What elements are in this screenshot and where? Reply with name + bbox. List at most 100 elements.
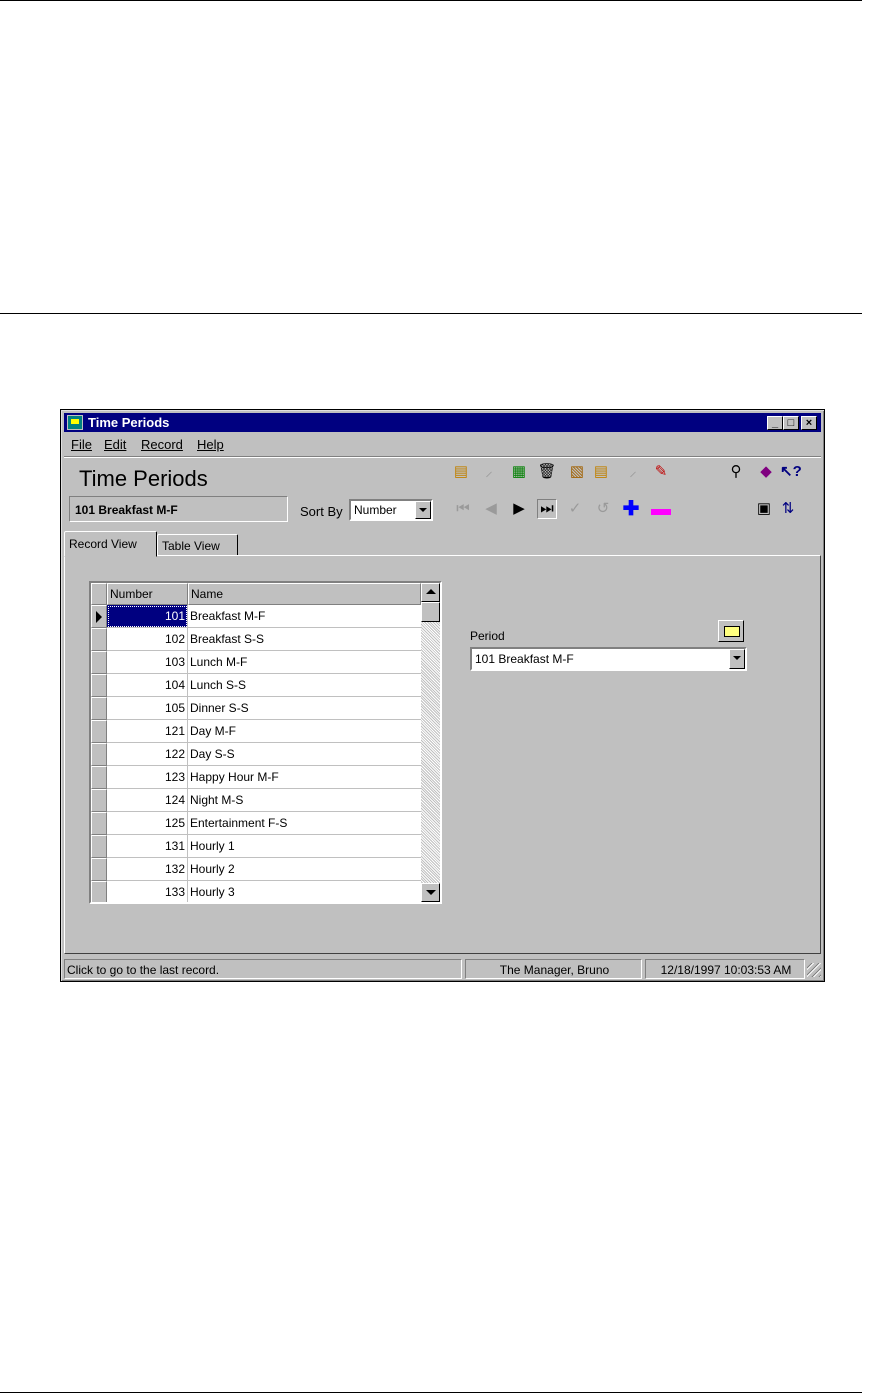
table-row[interactable]: 125 Entertainment F-S [91, 812, 421, 835]
clipboard-icon[interactable]: ▧ [567, 462, 587, 482]
resize-grip-icon[interactable] [807, 963, 821, 977]
transfer-icon[interactable]: ⇅ [778, 499, 798, 519]
current-record-display: 101 Breakfast M-F [69, 496, 288, 522]
period-select[interactable]: 101 Breakfast M-F [470, 647, 747, 671]
remove-record-icon[interactable]: ▬ [651, 499, 671, 519]
minimize-button[interactable]: _ [767, 416, 783, 430]
undo-icon[interactable]: ⸝ [623, 462, 643, 482]
revert-icon[interactable]: ↺ [593, 499, 613, 519]
highlight-icon[interactable]: ✎ [651, 462, 671, 482]
cell-number[interactable]: 102 [107, 628, 188, 651]
maximize-button[interactable]: □ [783, 416, 799, 430]
menu-help[interactable]: Help [197, 437, 224, 452]
previous-record-icon[interactable]: ◀ [481, 499, 501, 519]
table-row[interactable]: 105 Dinner S-S [91, 697, 421, 720]
chevron-down-icon[interactable] [729, 649, 745, 669]
add-record-icon[interactable]: ✚ [621, 499, 641, 519]
column-header-number[interactable]: Number [107, 583, 188, 605]
tab-table-view[interactable]: Table View [157, 534, 238, 556]
cell-name[interactable]: Hourly 1 [188, 835, 421, 858]
delete-icon[interactable]: 🗑 [537, 462, 557, 482]
book-icon[interactable]: ◆ [756, 462, 776, 482]
table-row[interactable]: 122 Day S-S [91, 743, 421, 766]
cell-name[interactable]: Happy Hour M-F [188, 766, 421, 789]
row-selector[interactable] [91, 743, 107, 766]
cell-name[interactable]: Entertainment F-S [188, 812, 421, 835]
cell-number[interactable]: 101 [107, 605, 188, 628]
row-selector[interactable] [91, 789, 107, 812]
find-icon[interactable]: ⚲ [726, 462, 746, 482]
cell-number[interactable]: 103 [107, 651, 188, 674]
table-row[interactable]: 131 Hourly 1 [91, 835, 421, 858]
row-selector[interactable] [91, 605, 107, 628]
menu-file[interactable]: File [71, 437, 92, 452]
last-record-icon[interactable]: ⏭ [537, 499, 557, 519]
cell-number[interactable]: 124 [107, 789, 188, 812]
table-row[interactable]: 103 Lunch M-F [91, 651, 421, 674]
table-row[interactable]: 133 Hourly 3 [91, 881, 421, 902]
column-header-name[interactable]: Name [188, 583, 421, 605]
grid-corner [91, 583, 107, 605]
close-button[interactable]: × [801, 416, 817, 430]
sort-by-select[interactable]: Number [349, 499, 433, 521]
table-row[interactable]: 124 Night M-S [91, 789, 421, 812]
tab-record-view[interactable]: Record View [64, 531, 157, 557]
cell-number[interactable]: 133 [107, 881, 188, 902]
cell-name[interactable]: Night M-S [188, 789, 421, 812]
new-record-icon[interactable]: ▤ [451, 462, 471, 482]
cell-name[interactable]: Lunch M-F [188, 651, 421, 674]
table-row[interactable]: 132 Hourly 2 [91, 858, 421, 881]
title-bar[interactable]: Time Periods _ □ × [64, 413, 821, 432]
cell-number[interactable]: 105 [107, 697, 188, 720]
next-record-icon[interactable]: ▶ [509, 499, 529, 519]
row-selector[interactable] [91, 812, 107, 835]
row-selector[interactable] [91, 674, 107, 697]
scroll-down-button[interactable] [421, 883, 440, 902]
row-selector[interactable] [91, 835, 107, 858]
table-row[interactable]: 101 Breakfast M-F [91, 605, 421, 628]
scroll-up-button[interactable] [421, 583, 440, 602]
first-record-icon[interactable]: ⏮ [453, 499, 473, 519]
row-selector[interactable] [91, 720, 107, 743]
cell-name[interactable]: Hourly 2 [188, 858, 421, 881]
cell-name[interactable]: Lunch S-S [188, 674, 421, 697]
sort-by-label: Sort By [300, 504, 343, 519]
cell-name[interactable]: Day S-S [188, 743, 421, 766]
cell-number[interactable]: 125 [107, 812, 188, 835]
cell-number[interactable]: 104 [107, 674, 188, 697]
period-value: 101 Breakfast M-F [475, 652, 574, 666]
paste-icon[interactable]: ▦ [509, 462, 529, 482]
save-check-icon[interactable]: ✓ [565, 499, 585, 519]
cell-name[interactable]: Day M-F [188, 720, 421, 743]
duplicate-icon[interactable]: ▤ [591, 462, 611, 482]
cell-number[interactable]: 122 [107, 743, 188, 766]
cell-number[interactable]: 131 [107, 835, 188, 858]
window-icon[interactable]: ▣ [754, 499, 774, 519]
cell-name[interactable]: Breakfast M-F [188, 605, 421, 628]
cell-number[interactable]: 121 [107, 720, 188, 743]
row-selector[interactable] [91, 697, 107, 720]
scroll-thumb[interactable] [421, 602, 440, 622]
row-selector[interactable] [91, 766, 107, 789]
row-selector[interactable] [91, 858, 107, 881]
cell-name[interactable]: Breakfast S-S [188, 628, 421, 651]
help-pointer-icon[interactable]: ↖? [780, 462, 802, 482]
row-selector[interactable] [91, 628, 107, 651]
table-row[interactable]: 123 Happy Hour M-F [91, 766, 421, 789]
row-selector[interactable] [91, 651, 107, 674]
chevron-down-icon[interactable] [415, 501, 431, 519]
copy-icon[interactable]: ⸝ [479, 462, 499, 482]
vertical-scrollbar[interactable] [421, 583, 440, 902]
menu-record[interactable]: Record [141, 437, 183, 452]
menu-edit[interactable]: Edit [104, 437, 126, 452]
table-row[interactable]: 102 Breakfast S-S [91, 628, 421, 651]
cell-name[interactable]: Hourly 3 [188, 881, 421, 902]
table-row[interactable]: 104 Lunch S-S [91, 674, 421, 697]
cell-number[interactable]: 123 [107, 766, 188, 789]
cell-number[interactable]: 132 [107, 858, 188, 881]
row-selector[interactable] [91, 881, 107, 902]
cell-name[interactable]: Dinner S-S [188, 697, 421, 720]
app-icon[interactable] [67, 415, 83, 430]
open-folder-button[interactable] [718, 620, 744, 642]
table-row[interactable]: 121 Day M-F [91, 720, 421, 743]
